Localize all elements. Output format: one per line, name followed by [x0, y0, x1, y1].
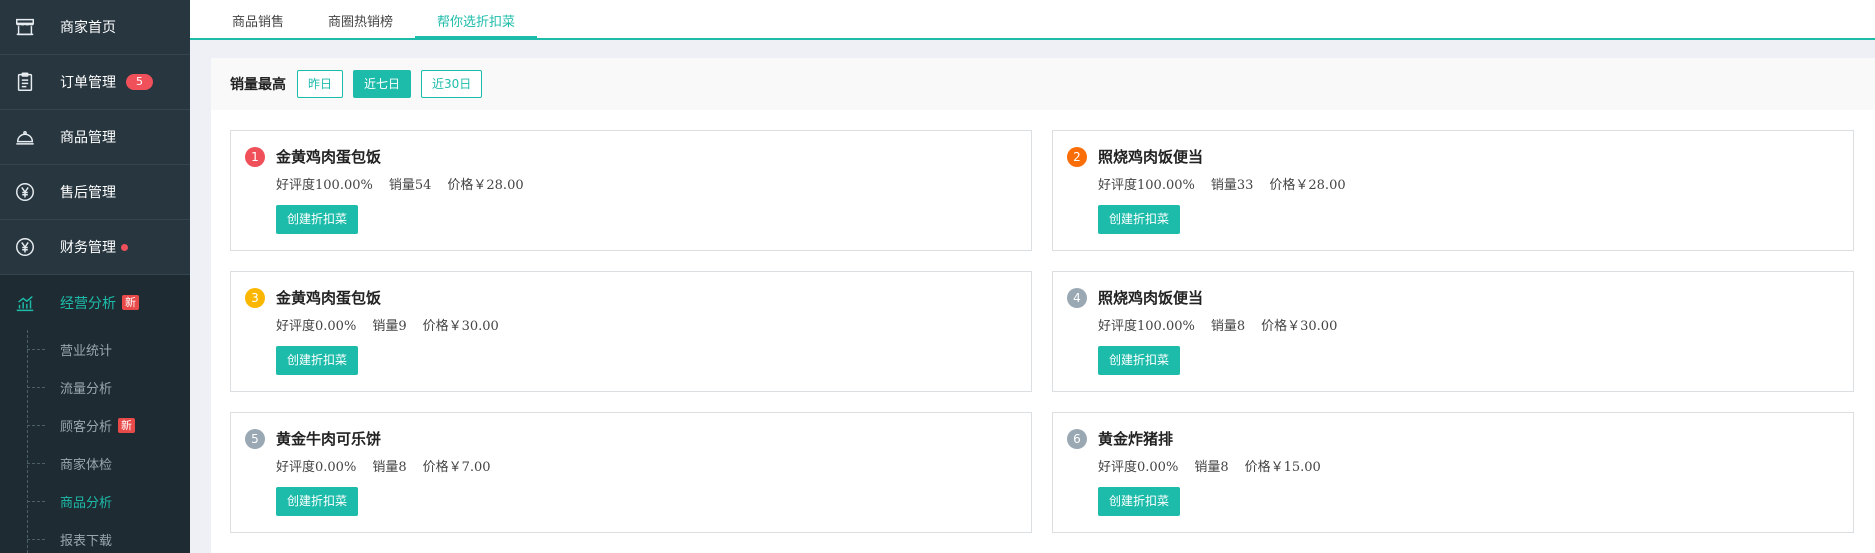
rank-badge: 5 — [245, 429, 265, 449]
product-stats: 好评度100.00% 销量54 价格￥28.00 — [276, 174, 540, 193]
tab-product-sales[interactable]: 商品销售 — [210, 0, 306, 38]
price-text: 价格￥28.00 — [1269, 178, 1346, 193]
subnav-item-label: 商家体检 — [60, 457, 113, 473]
create-discount-button[interactable]: 创建折扣菜 — [1098, 205, 1181, 234]
price-text: 价格￥15.00 — [1244, 460, 1321, 475]
subnav-item-traffic-analysis[interactable]: 流量分析 — [0, 368, 190, 406]
rank-badge: 1 — [245, 147, 265, 167]
subnav-item-label: 营业统计 — [60, 343, 113, 359]
product-stats: 好评度100.00% 销量33 价格￥28.00 — [1098, 174, 1362, 193]
sidebar-item-analysis[interactable]: 经营分析 新 — [0, 275, 190, 330]
cloche-icon — [14, 126, 36, 148]
rank-badge: 2 — [1067, 147, 1087, 167]
product-name: 金黄鸡肉蛋包饭 — [276, 289, 382, 307]
range-7-days-button[interactable]: 近七日 — [353, 70, 412, 98]
subnav-item-label: 商品分析 — [60, 495, 113, 511]
subnav-item-label: 顾客分析 — [60, 419, 113, 435]
rating-text: 好评度100.00% — [276, 178, 373, 193]
subnav-item-business-stats[interactable]: 营业统计 — [0, 330, 190, 368]
chart-icon — [14, 292, 36, 314]
subnav-item-label: 流量分析 — [60, 381, 113, 397]
subnav-item-product-analysis[interactable]: 商品分析 — [0, 482, 190, 520]
range-30-days-button[interactable]: 近30日 — [421, 70, 483, 98]
sidebar-item-finance[interactable]: 财务管理 — [0, 220, 190, 275]
store-icon — [14, 16, 36, 38]
main-content: 销量最高 昨日 近七日 近30日 1 金黄鸡肉蛋包饭 好评度100.00% 销量5… — [211, 58, 1875, 553]
section-title: 销量最高 — [230, 77, 286, 93]
order-count-badge: 5 — [126, 74, 153, 90]
analysis-submenu: 营业统计 流量分析 顾客分析新 商家体检 商品分析 报表下载 — [0, 330, 190, 553]
new-badge: 新 — [118, 417, 136, 433]
subnav-item-store-checkup[interactable]: 商家体检 — [0, 444, 190, 482]
sidebar-item-label: 经营分析 — [60, 295, 116, 312]
notification-dot — [121, 243, 128, 251]
create-discount-button[interactable]: 创建折扣菜 — [276, 205, 359, 234]
create-discount-button[interactable]: 创建折扣菜 — [1098, 487, 1181, 516]
subnav-item-report-download[interactable]: 报表下载 — [0, 520, 190, 553]
product-name: 黄金炸猪排 — [1098, 430, 1174, 448]
sidebar: 商家首页 订单管理 5 商品管理 售后管理 财务管理 经营分析 新 营业统计 流… — [0, 0, 190, 553]
product-card: 2 照烧鸡肉饭便当 好评度100.00% 销量33 价格￥28.00 创建折扣菜 — [1052, 130, 1854, 251]
price-text: 价格￥30.00 — [422, 319, 499, 334]
product-card: 4 照烧鸡肉饭便当 好评度100.00% 销量8 价格￥30.00 创建折扣菜 — [1052, 271, 1854, 392]
sidebar-item-products[interactable]: 商品管理 — [0, 110, 190, 165]
subnav-item-customer-analysis[interactable]: 顾客分析新 — [0, 406, 190, 444]
yen-circle-icon — [14, 236, 36, 258]
product-card: 6 黄金炸猪排 好评度0.00% 销量8 价格￥15.00 创建折扣菜 — [1052, 412, 1854, 533]
create-discount-button[interactable]: 创建折扣菜 — [1098, 346, 1181, 375]
sales-text: 销量8 — [1210, 319, 1246, 334]
sales-text: 销量9 — [372, 319, 407, 334]
sales-text: 销量33 — [1210, 178, 1254, 193]
rating-text: 好评度0.00% — [276, 460, 357, 475]
sidebar-item-orders[interactable]: 订单管理 5 — [0, 55, 190, 110]
sidebar-item-after-sales[interactable]: 售后管理 — [0, 165, 190, 220]
product-stats: 好评度0.00% 销量8 价格￥7.00 — [276, 456, 507, 475]
range-toolbar: 销量最高 昨日 近七日 近30日 — [211, 58, 1875, 110]
sales-text: 销量8 — [1194, 460, 1229, 475]
product-stats: 好评度0.00% 销量8 价格￥15.00 — [1098, 456, 1337, 475]
yen-circle-icon — [14, 181, 36, 203]
create-discount-button[interactable]: 创建折扣菜 — [276, 487, 359, 516]
sales-text: 销量54 — [388, 178, 432, 193]
sidebar-item-label: 商品管理 — [60, 130, 116, 146]
clipboard-icon — [14, 71, 36, 93]
range-yesterday-button[interactable]: 昨日 — [297, 70, 344, 98]
product-name: 照烧鸡肉饭便当 — [1098, 148, 1204, 166]
rank-badge: 6 — [1067, 429, 1087, 449]
tab-discount-picker[interactable]: 帮你选折扣菜 — [415, 0, 538, 40]
product-stats: 好评度100.00% 销量8 价格￥30.00 — [1098, 315, 1353, 334]
rank-badge: 3 — [245, 288, 265, 308]
product-name: 照烧鸡肉饭便当 — [1098, 289, 1204, 307]
rating-text: 好评度0.00% — [1098, 460, 1179, 475]
rating-text: 好评度0.00% — [276, 319, 357, 334]
rating-text: 好评度100.00% — [1098, 178, 1195, 193]
sidebar-item-label: 财务管理 — [60, 240, 116, 256]
price-text: 价格￥28.00 — [447, 178, 524, 193]
subnav-item-label: 报表下载 — [60, 533, 113, 549]
product-card: 5 黄金牛肉可乐饼 好评度0.00% 销量8 价格￥7.00 创建折扣菜 — [230, 412, 1032, 533]
new-badge: 新 — [122, 295, 139, 310]
product-card: 3 金黄鸡肉蛋包饭 好评度0.00% 销量9 价格￥30.00 创建折扣菜 — [230, 271, 1032, 392]
sales-text: 销量8 — [372, 460, 407, 475]
tab-area-hot-list[interactable]: 商圈热销榜 — [306, 0, 415, 38]
sidebar-item-label: 商家首页 — [60, 20, 116, 36]
product-card: 1 金黄鸡肉蛋包饭 好评度100.00% 销量54 价格￥28.00 创建折扣菜 — [230, 130, 1032, 251]
product-grid: 1 金黄鸡肉蛋包饭 好评度100.00% 销量54 价格￥28.00 创建折扣菜 2… — [230, 130, 1854, 533]
price-text: 价格￥30.00 — [1261, 319, 1338, 334]
rank-badge: 4 — [1067, 288, 1087, 308]
product-name: 黄金牛肉可乐饼 — [276, 430, 382, 448]
price-text: 价格￥7.00 — [422, 460, 491, 475]
product-stats: 好评度0.00% 销量9 价格￥30.00 — [276, 315, 515, 334]
rating-text: 好评度100.00% — [1098, 319, 1195, 334]
sidebar-item-label: 售后管理 — [60, 185, 116, 201]
sidebar-item-label: 订单管理 — [60, 75, 116, 91]
sidebar-item-home[interactable]: 商家首页 — [0, 0, 190, 55]
tab-bar: 商品销售 商圈热销榜 帮你选折扣菜 — [190, 0, 1875, 40]
create-discount-button[interactable]: 创建折扣菜 — [276, 346, 359, 375]
product-name: 金黄鸡肉蛋包饭 — [276, 148, 382, 166]
